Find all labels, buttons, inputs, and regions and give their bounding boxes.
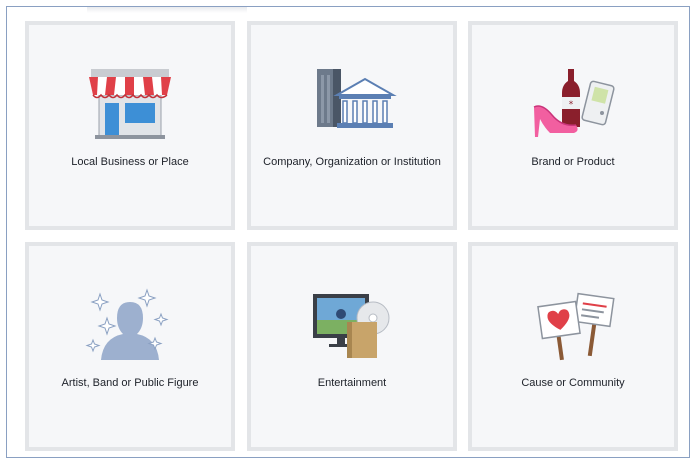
category-tile-cause-community[interactable]: Cause or Community: [468, 242, 678, 451]
category-tile-company[interactable]: Company, Organization or Institution: [247, 21, 457, 230]
category-tile-local-business[interactable]: Local Business or Place: [25, 21, 235, 230]
office-building-icon: [317, 69, 397, 128]
category-label: Cause or Community: [521, 377, 625, 389]
category-label: Brand or Product: [531, 156, 615, 168]
category-label: Local Business or Place: [71, 156, 189, 168]
category-label: Company, Organization or Institution: [263, 156, 441, 168]
protest-signs-icon: [537, 292, 615, 361]
category-tile-artist[interactable]: Artist, Band or Public Figure: [25, 242, 235, 451]
category-label: Artist, Band or Public Figure: [61, 377, 199, 389]
category-tile-brand-product[interactable]: * Brand or Product: [468, 21, 678, 230]
person-silhouette-icon: [85, 288, 169, 360]
tv-and-disc-icon: [313, 294, 390, 358]
category-tile-entertainment[interactable]: Entertainment: [247, 242, 457, 451]
page-type-chooser: Local Business or Place Company, Organiz…: [6, 6, 690, 458]
products-icon: *: [533, 69, 615, 137]
category-label: Entertainment: [317, 377, 387, 389]
svg-text:*: *: [569, 100, 574, 110]
storefront-icon: [89, 69, 171, 139]
top-fade: [87, 7, 247, 13]
